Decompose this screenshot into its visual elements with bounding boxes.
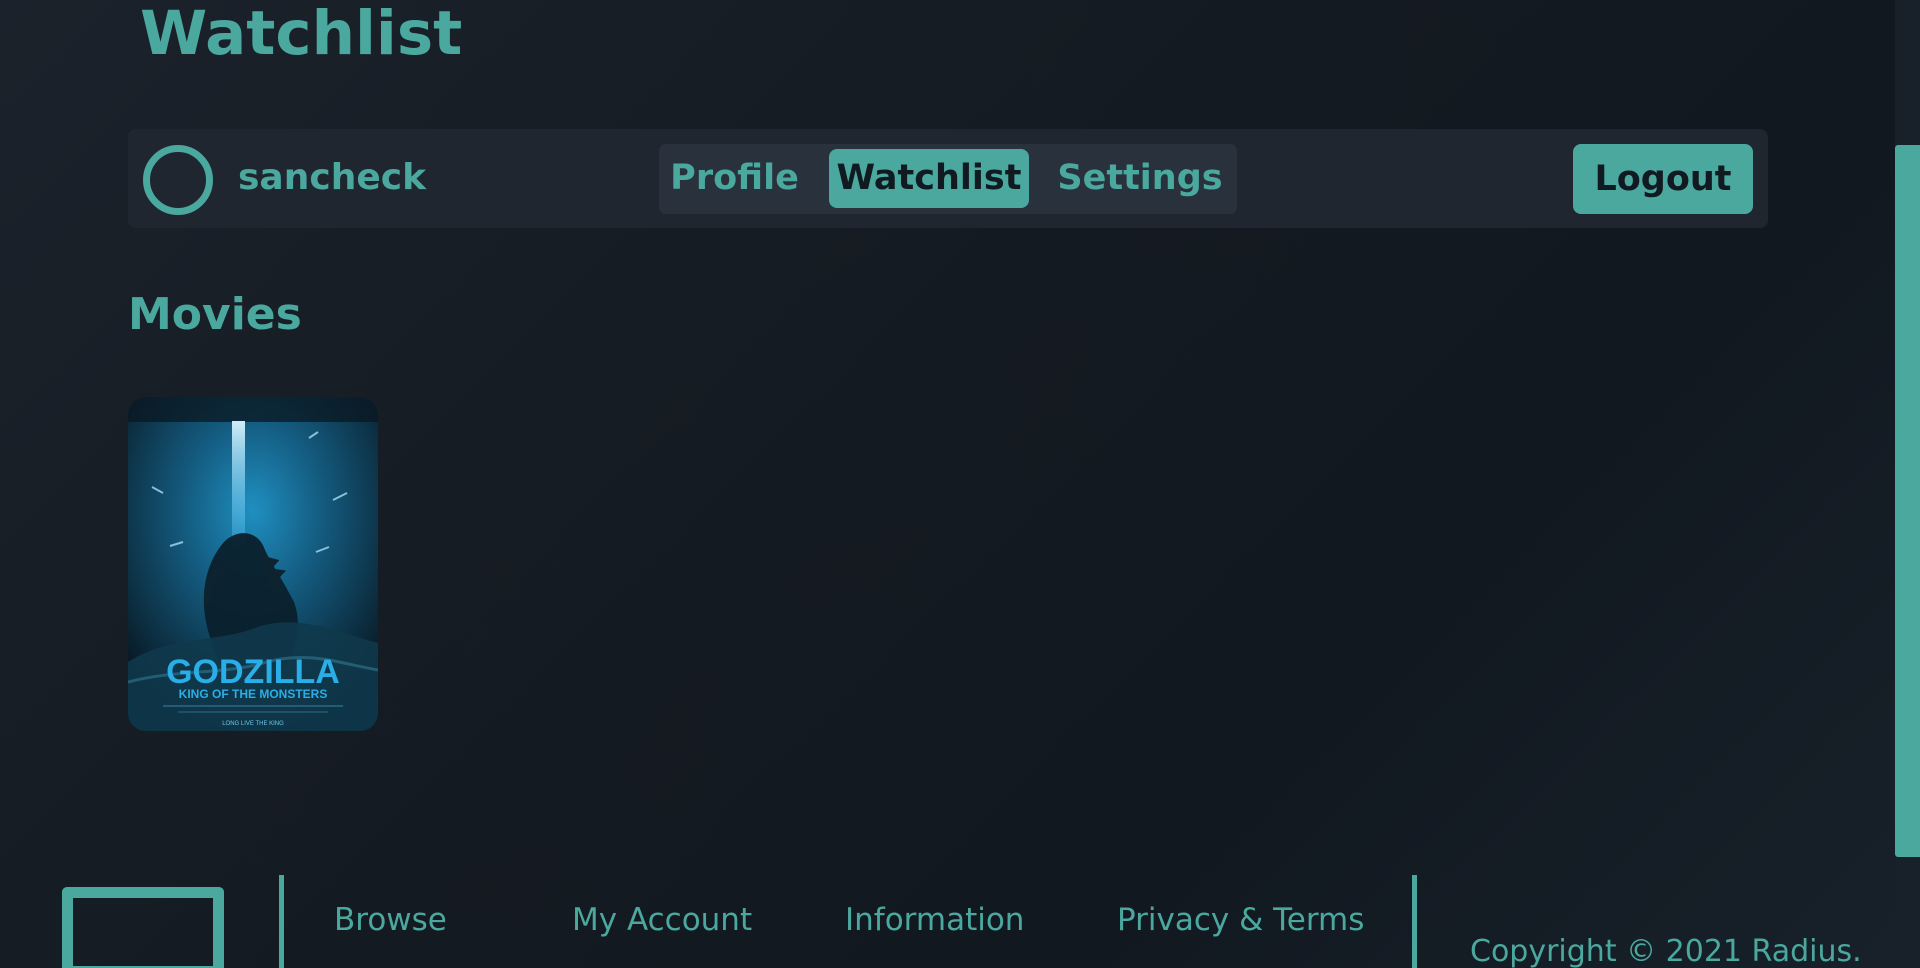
footer-link-privacy-terms[interactable]: Privacy & Terms <box>1117 900 1364 940</box>
poster-title-line2: KING OF THE MONSTERS <box>179 687 328 701</box>
tab-profile[interactable]: Profile <box>669 149 800 208</box>
poster-title-line1: GODZILLA <box>166 653 340 691</box>
movies-heading: Movies <box>128 289 302 340</box>
profile-tabs: Profile Watchlist Settings <box>659 144 1237 214</box>
footer-logo[interactable] <box>62 887 224 968</box>
page-title: Watchlist <box>140 0 463 69</box>
footer-link-my-account[interactable]: My Account <box>572 900 752 940</box>
scrollbar-thumb[interactable] <box>1895 145 1920 857</box>
tab-settings[interactable]: Settings <box>1055 149 1225 208</box>
logout-button[interactable]: Logout <box>1573 144 1753 214</box>
footer-link-information[interactable]: Information <box>845 900 1024 940</box>
poster-tagline: LONG LIVE THE KING <box>222 721 284 727</box>
footer-divider-left <box>279 875 284 968</box>
footer-divider-right <box>1412 875 1417 968</box>
avatar-circle-icon[interactable] <box>143 145 213 215</box>
footer-link-browse[interactable]: Browse <box>334 900 447 940</box>
movie-poster-card[interactable]: GODZILLA KING OF THE MONSTERS LONG LIVE … <box>128 397 378 731</box>
copyright-text: Copyright © 2021 Radius. <box>1470 934 1862 968</box>
tab-watchlist[interactable]: Watchlist <box>829 149 1029 208</box>
movie-poster-image: GODZILLA KING OF THE MONSTERS LONG LIVE … <box>128 397 378 731</box>
account-bar: sancheck Profile Watchlist Settings Logo… <box>128 129 1768 228</box>
username: sancheck <box>238 157 427 198</box>
